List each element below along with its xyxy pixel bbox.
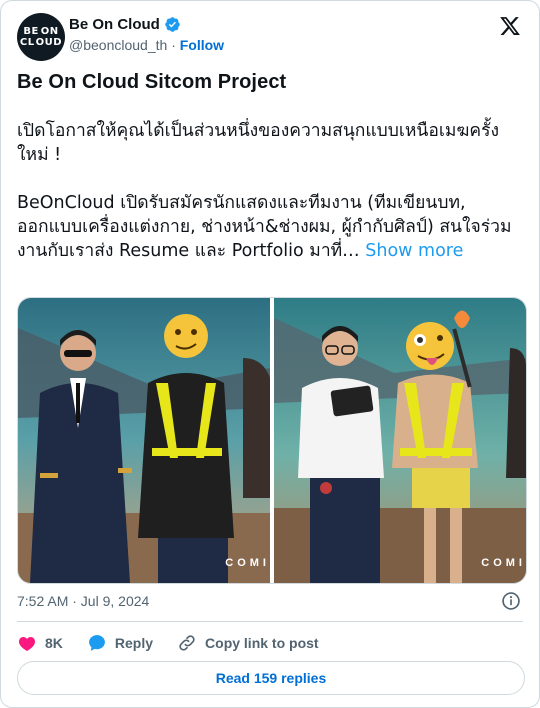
show-more-link[interactable]: Show more: [365, 241, 463, 261]
handle[interactable]: @beoncloud_th: [69, 37, 167, 53]
post-timestamp[interactable]: 7:52 AM · Jul 9, 2024: [17, 593, 149, 609]
reply-bubble-icon: [88, 635, 105, 651]
heart-icon: [18, 636, 36, 651]
photo-1-illustration: [18, 298, 270, 583]
name-row: Be On Cloud: [69, 16, 181, 33]
verified-badge-icon: [165, 17, 180, 32]
reply-button[interactable]: Reply: [87, 633, 153, 653]
post-title: Be On Cloud Sitcom Project: [17, 71, 287, 93]
media-grid: COMI COMI: [17, 297, 527, 584]
post-paragraph-2: BeOnCloud เปิดรับสมัครนักแสดงและทีมงาน (…: [17, 191, 525, 263]
avatar-text-cl: CL: [19, 37, 35, 48]
link-icon: [179, 635, 195, 651]
copy-link-label: Copy link to post: [205, 635, 319, 651]
avatar-text-on: ON: [40, 26, 59, 37]
x-logo-icon[interactable]: [499, 15, 521, 37]
avatar-text-be: BE: [23, 26, 39, 37]
post-paragraph-1: เปิดโอกาสให้คุณได้เป็นส่วนหนึ่งของความสน…: [17, 121, 500, 165]
media-photo-1[interactable]: COMI: [18, 298, 270, 583]
like-count: 8K: [45, 635, 63, 651]
handle-row: @beoncloud_th · Follow: [69, 37, 224, 53]
avatar-text-oud: OUD: [35, 37, 63, 48]
divider: [17, 621, 523, 622]
copy-link-button[interactable]: Copy link to post: [177, 633, 319, 653]
reply-label: Reply: [114, 635, 154, 651]
display-name[interactable]: Be On Cloud: [69, 16, 160, 33]
avatar[interactable]: BE ON CL OUD: [17, 13, 65, 61]
info-icon[interactable]: [501, 591, 521, 611]
handle-separator: ·: [171, 37, 176, 53]
read-replies-button[interactable]: Read 159 replies: [17, 661, 525, 695]
tweet-card: BE ON CL OUD Be On Cloud @beoncloud_th ·…: [0, 0, 540, 708]
tweet-header: BE ON CL OUD Be On Cloud @beoncloud_th ·…: [17, 13, 523, 61]
follow-button[interactable]: Follow: [180, 37, 224, 53]
post-body: เปิดโอกาสให้คุณได้เป็นส่วนหนึ่งของความสน…: [17, 119, 525, 263]
action-bar: 8K Reply Copy link to post: [17, 633, 343, 653]
media-overlay-text-left: COMI: [225, 557, 270, 569]
like-button[interactable]: 8K: [17, 633, 63, 653]
media-photo-2[interactable]: COMI: [274, 298, 526, 583]
media-overlay-text-right: COMI: [481, 557, 526, 569]
photo-2-illustration: [274, 298, 526, 583]
